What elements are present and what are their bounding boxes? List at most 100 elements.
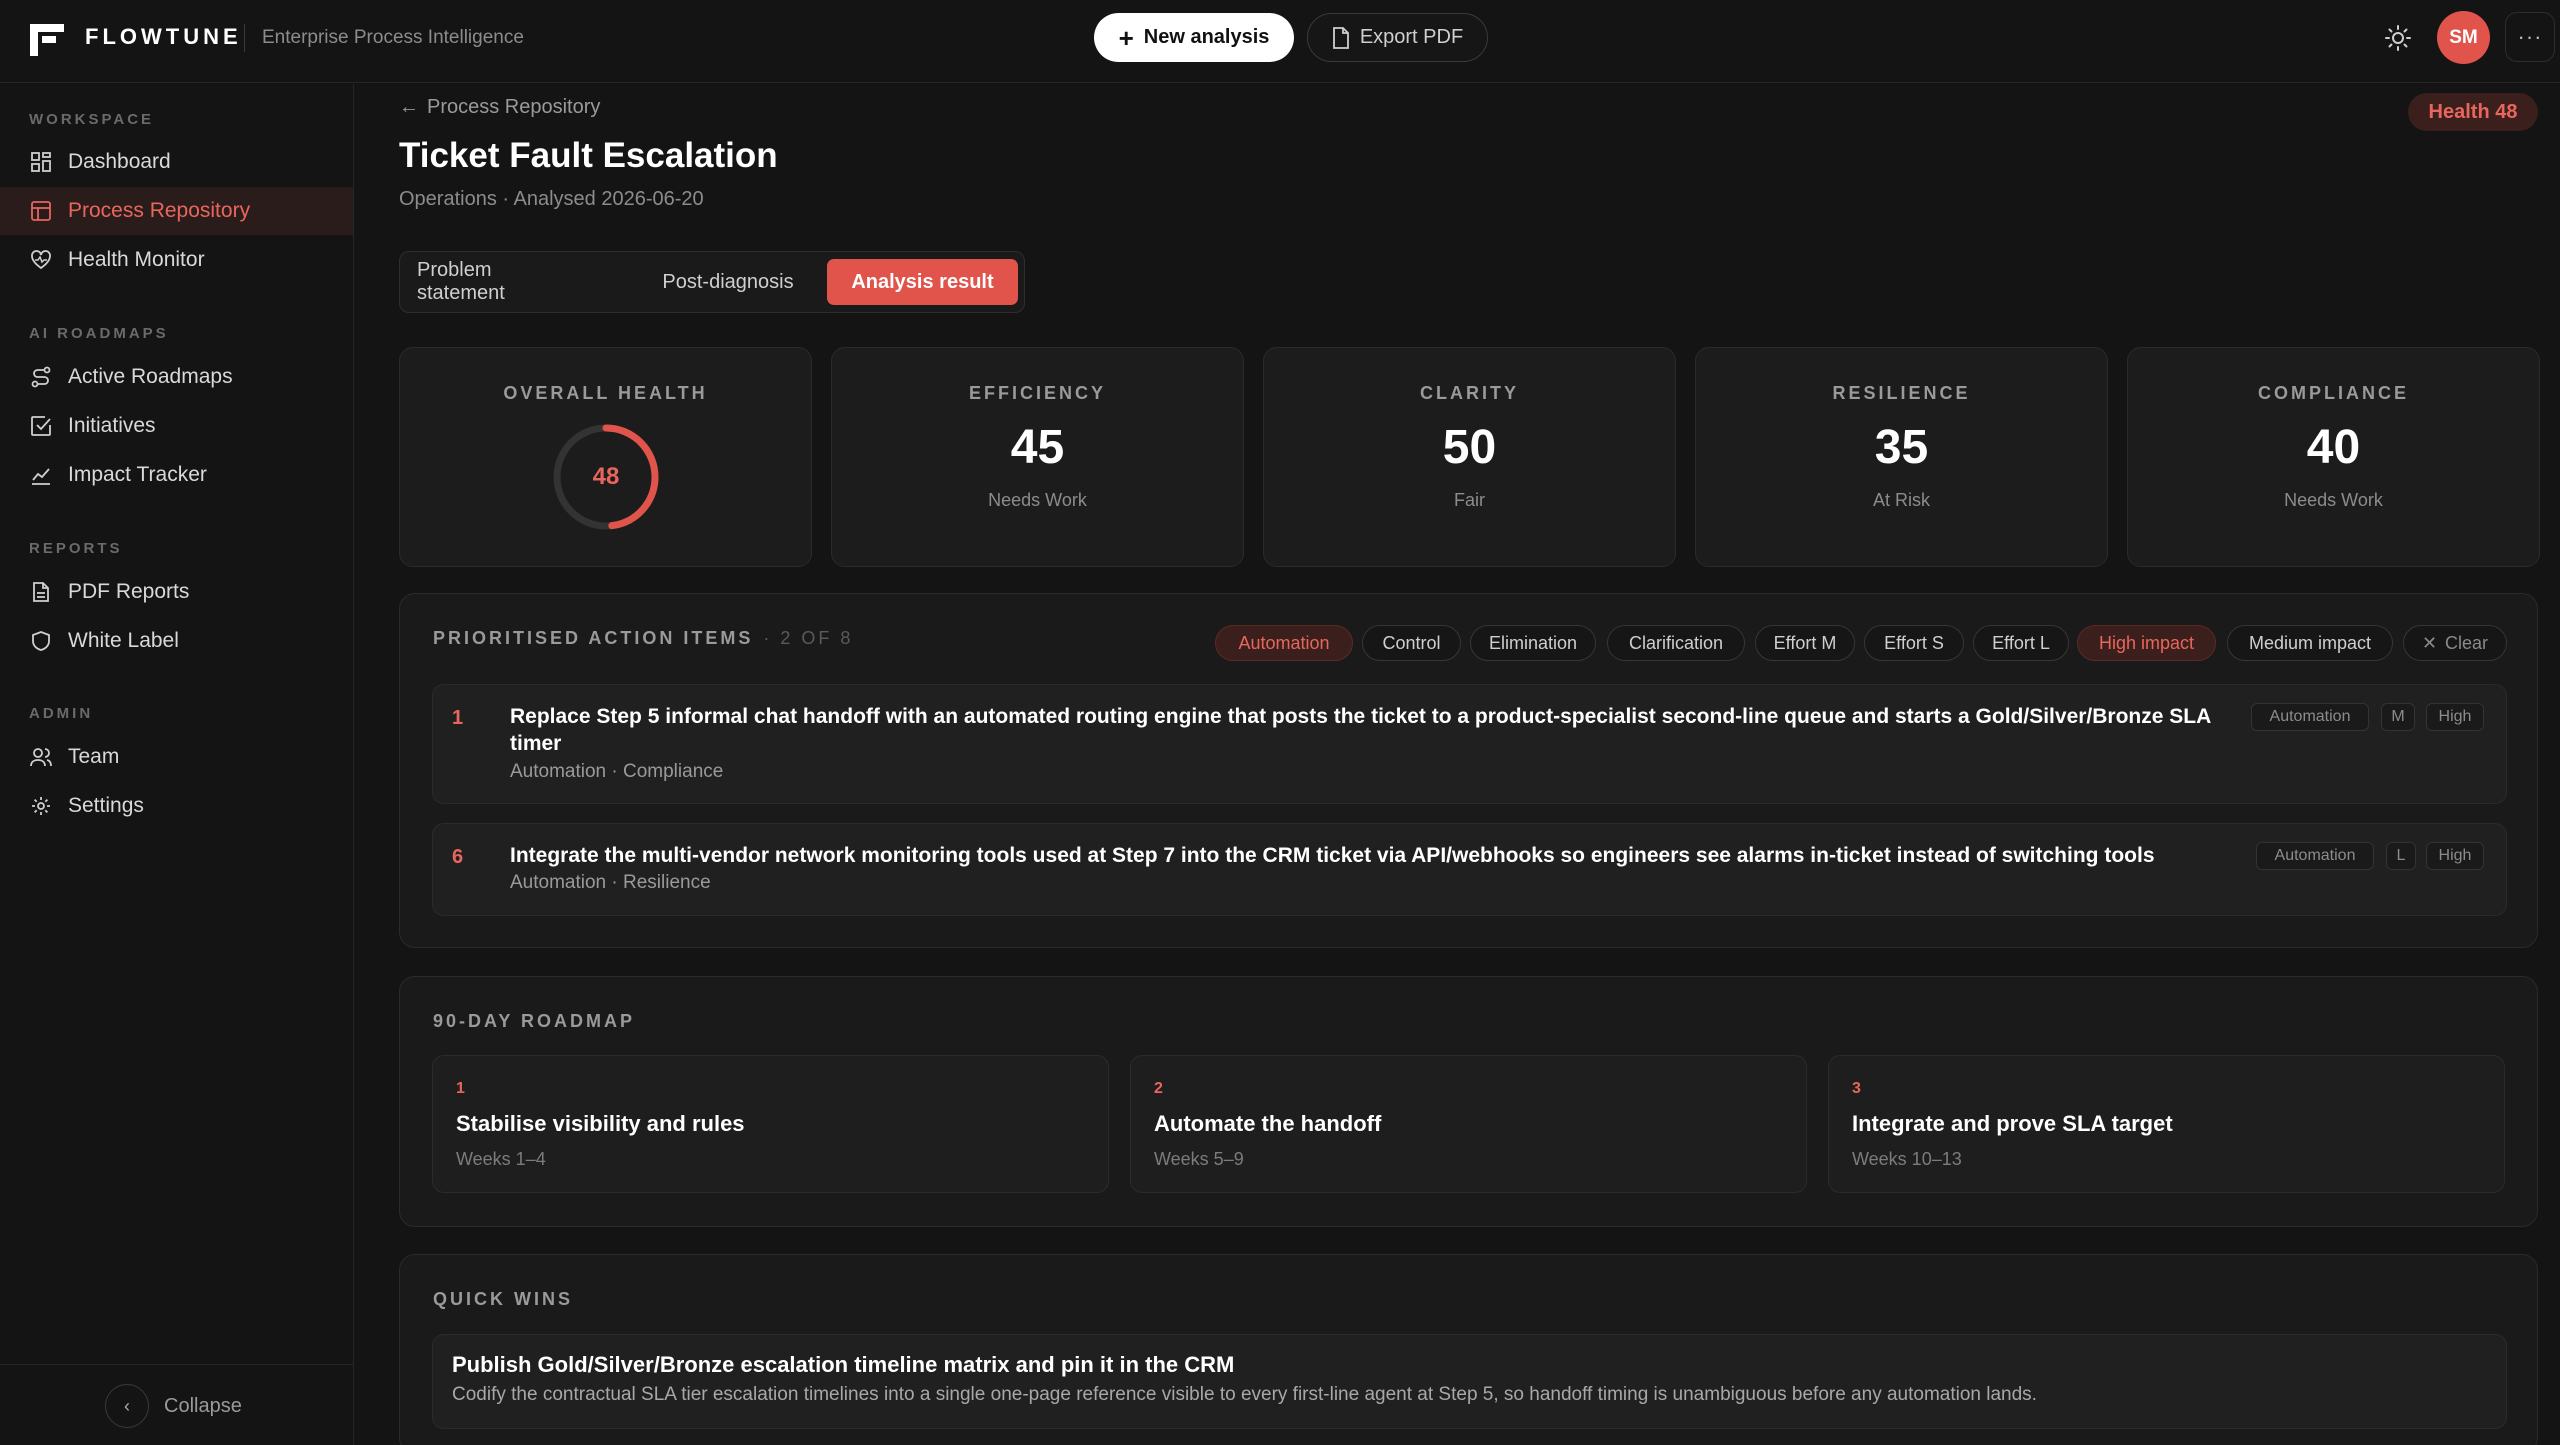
- export-pdf-label: Export PDF: [1359, 26, 1464, 48]
- more-options-icon[interactable]: ···: [2505, 12, 2555, 62]
- roadmap-phase-weeks: Weeks 5–9: [1154, 1149, 1244, 1169]
- card-label: COMPLIANCE: [2258, 383, 2409, 403]
- action-item-meta: Automation · Resilience: [510, 872, 711, 893]
- card-note: Fair: [1454, 490, 1485, 510]
- tab-analysis-result[interactable]: Analysis result: [827, 259, 1018, 305]
- card-note: At Risk: [1872, 490, 1930, 510]
- top-bar: FLOWTUNE Enterprise Process Intelligence…: [0, 0, 2560, 83]
- brand-tagline: Enterprise Process Intelligence: [262, 27, 524, 48]
- roadmap-phase-weeks: Weeks 1–4: [456, 1149, 546, 1169]
- breadcrumb[interactable]: ← Process Repository: [399, 96, 600, 119]
- action-item-number: 6: [452, 846, 464, 868]
- breadcrumb-link[interactable]: Process Repository: [427, 96, 600, 119]
- sidebar-item-pdf-reports[interactable]: PDF Reports: [0, 568, 353, 616]
- action-item-row[interactable]: 1 Replace Step 5 informal chat handoff w…: [432, 684, 2507, 804]
- tab-post-diagnosis[interactable]: Post-diagnosis: [648, 259, 808, 305]
- new-analysis-button[interactable]: + New analysis: [1094, 13, 1294, 62]
- sidebar-item-impact-tracker[interactable]: Impact Tracker: [0, 451, 353, 499]
- flowtune-logo-icon[interactable]: [30, 24, 64, 56]
- sidebar-item-team[interactable]: Team: [0, 733, 353, 781]
- action-item-tag-category: Automation: [2251, 703, 2369, 731]
- resilience-card: RESILIENCE 35 At Risk: [1695, 347, 2108, 567]
- action-item-row[interactable]: 6 Integrate the multi-vendor network mon…: [432, 823, 2507, 916]
- clear-filters-button[interactable]: ✕ Clear: [2403, 625, 2507, 661]
- filter-chip-clarification[interactable]: Clarification: [1607, 625, 1745, 661]
- action-items-title: PRIORITISED ACTION ITEMS: [433, 628, 754, 648]
- action-item-meta: Automation · Compliance: [510, 761, 724, 782]
- filter-chip-control[interactable]: Control: [1362, 625, 1461, 661]
- roadmap-phase-number: 2: [1154, 1080, 1163, 1097]
- card-label: OVERALL HEALTH: [503, 383, 708, 403]
- action-item-tag-effort: M: [2381, 703, 2415, 731]
- filter-chip-effort-l[interactable]: Effort L: [1973, 625, 2069, 661]
- filter-chip-effort-s[interactable]: Effort S: [1864, 625, 1964, 661]
- roadmap-phase-title: Automate the handoff: [1154, 1111, 1382, 1136]
- filter-chip-effort-m[interactable]: Effort M: [1755, 625, 1855, 661]
- sidebar-item-health-monitor[interactable]: Health Monitor: [0, 236, 353, 284]
- sidebar: WORKSPACE Dashboard Process Repository H…: [0, 84, 354, 1445]
- sidebar-item-process-repository[interactable]: Process Repository: [0, 187, 353, 235]
- compliance-card: COMPLIANCE 40 Needs Work: [2127, 347, 2540, 567]
- clarity-card: CLARITY 50 Fair: [1263, 347, 1676, 567]
- sidebar-item-active-roadmaps[interactable]: Active Roadmaps: [0, 353, 353, 401]
- overall-health-card: OVERALL HEALTH 48: [399, 347, 812, 567]
- action-items-heading: PRIORITISED ACTION ITEMS · 2 OF 8: [433, 628, 853, 649]
- card-note: Needs Work: [2284, 490, 2383, 510]
- action-item-tag-category: Automation: [2256, 842, 2374, 870]
- sidebar-item-label: Process Repository: [68, 199, 251, 222]
- action-item-tag-effort: L: [2386, 842, 2416, 870]
- card-value: 35: [1874, 421, 1929, 474]
- export-pdf-button[interactable]: Export PDF: [1307, 13, 1488, 62]
- theme-toggle-sun-icon[interactable]: [2384, 24, 2412, 52]
- quick-win-card[interactable]: Publish Gold/Silver/Bronze escalation ti…: [432, 1334, 2507, 1429]
- shield-icon: [32, 631, 50, 651]
- action-item-title: Integrate the multi-vendor network monit…: [510, 844, 2155, 867]
- filter-chip-automation[interactable]: Automation: [1215, 625, 1353, 661]
- sidebar-item-label: Health Monitor: [68, 248, 205, 271]
- heart-pulse-icon: [31, 250, 51, 270]
- roadmap-phase-card[interactable]: 3 Integrate and prove SLA target Weeks 1…: [1828, 1055, 2505, 1193]
- sidebar-item-white-label[interactable]: White Label: [0, 617, 353, 665]
- roadmap-phase-card[interactable]: 1 Stabilise visibility and rules Weeks 1…: [432, 1055, 1109, 1193]
- sidebar-item-label: PDF Reports: [68, 580, 190, 603]
- page-subtitle: Operations · Analysed 2026-06-20: [399, 188, 704, 210]
- sidebar-item-label: Team: [68, 745, 120, 768]
- route-icon: [31, 366, 51, 388]
- user-avatar[interactable]: SM: [2437, 11, 2490, 64]
- collapse-sidebar-button[interactable]: Collapse: [164, 1395, 242, 1418]
- action-item-number: 1: [452, 707, 464, 729]
- arrow-left-icon: ←: [399, 96, 419, 118]
- filter-chip-high-impact[interactable]: High impact: [2077, 625, 2216, 661]
- sidebar-item-label: White Label: [68, 629, 179, 652]
- filter-chip-elimination[interactable]: Elimination: [1470, 625, 1596, 661]
- filter-chip-medium-impact[interactable]: Medium impact: [2227, 625, 2393, 661]
- sidebar-item-initiatives[interactable]: Initiatives: [0, 402, 353, 450]
- users-icon: [30, 748, 52, 767]
- card-label: EFFICIENCY: [968, 383, 1106, 403]
- sidebar-item-label: Active Roadmaps: [68, 365, 233, 388]
- overall-health-value: 48: [592, 463, 620, 490]
- card-label: CLARITY: [1420, 383, 1519, 403]
- card-value: 45: [1010, 421, 1065, 474]
- sidebar-item-dashboard[interactable]: Dashboard: [0, 138, 353, 186]
- gear-icon: [32, 797, 50, 815]
- sidebar-section-ai-roadmaps: AI ROADMAPS: [29, 325, 169, 342]
- brand-name: FLOWTUNE: [85, 24, 242, 49]
- roadmap-phase-weeks: Weeks 10–13: [1852, 1149, 1962, 1169]
- action-item-title: Replace Step 5 informal chat handoff wit…: [510, 705, 2211, 755]
- sidebar-section-workspace: WORKSPACE: [29, 111, 155, 128]
- tab-problem-statement[interactable]: Problem statement: [417, 259, 577, 305]
- health-badge: Health 48: [2408, 93, 2538, 131]
- collapse-chevron-icon[interactable]: ‹: [105, 1384, 149, 1428]
- sidebar-item-label: Dashboard: [68, 150, 171, 173]
- action-item-tag-impact: High: [2426, 842, 2484, 870]
- quick-wins-heading: QUICK WINS: [433, 1289, 573, 1309]
- file-icon: [1332, 26, 1349, 49]
- sidebar-item-settings[interactable]: Settings: [0, 782, 353, 830]
- brand-divider: [244, 24, 245, 52]
- view-tabs: Problem statement Post-diagnosis Analysi…: [399, 251, 1025, 313]
- close-icon: ✕: [2421, 632, 2438, 653]
- sidebar-item-label: Settings: [68, 794, 144, 817]
- roadmap-phase-card[interactable]: 2 Automate the handoff Weeks 5–9: [1130, 1055, 1807, 1193]
- roadmap-phase-number: 1: [456, 1080, 465, 1097]
